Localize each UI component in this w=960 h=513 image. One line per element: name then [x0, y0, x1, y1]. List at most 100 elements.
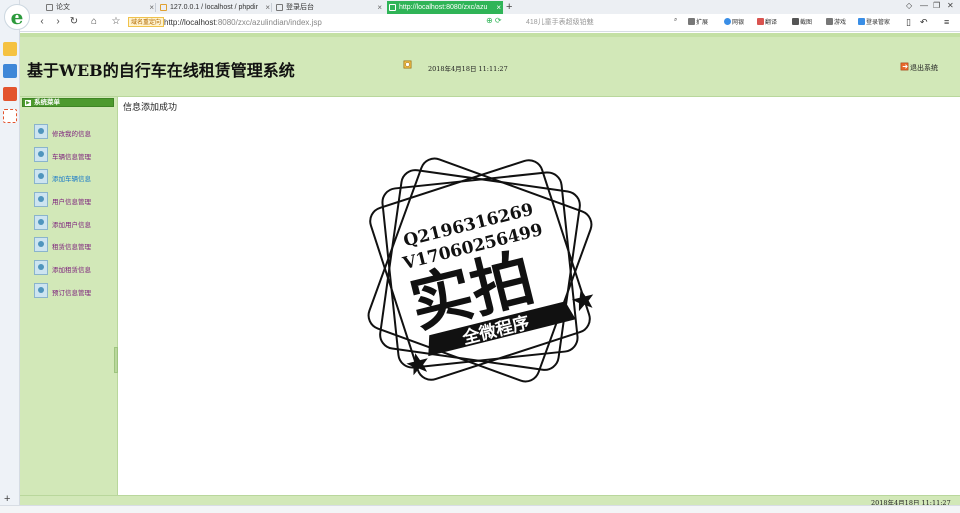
- document-icon: [389, 4, 396, 11]
- translate-icon: [757, 18, 764, 25]
- menu-item-label[interactable]: 预订信息管理: [52, 287, 91, 297]
- favorites-star-icon[interactable]: [3, 42, 17, 56]
- tab-separator: [271, 3, 272, 12]
- menu-item-label[interactable]: 添加租赁信息: [52, 264, 91, 274]
- security-check-icon[interactable]: ⊕ ⟳: [486, 16, 502, 25]
- search-icon[interactable]: ⌕: [674, 17, 677, 24]
- toolbar-screenshot[interactable]: 截图: [792, 17, 812, 26]
- sidebar-menu: ▶ 系统菜单 修改我的信息 车辆信息管理 添加车辆信息 用户信息管理 添加用户信…: [20, 97, 118, 495]
- user-icon: [34, 192, 48, 207]
- mail-icon[interactable]: [3, 109, 17, 123]
- shield-icon[interactable]: ◇: [906, 1, 912, 10]
- close-icon[interactable]: ×: [496, 1, 501, 14]
- clock-icon: [403, 60, 412, 69]
- browser-tab[interactable]: 127.0.0.1 / localhost / phpdir ×: [158, 1, 272, 14]
- phpmyadmin-icon: [160, 4, 167, 11]
- url-path: :8080/zxc/azulindian/index.jsp: [215, 18, 322, 27]
- toolbar-translate[interactable]: 翻译: [757, 17, 777, 26]
- user-icon: [34, 260, 48, 275]
- toolbar-extension[interactable]: 扩展: [688, 17, 708, 26]
- close-icon[interactable]: ×: [377, 1, 382, 14]
- tab-title: 论文: [56, 4, 70, 11]
- browser-tab[interactable]: 论文 ×: [44, 1, 156, 14]
- menu-item-label[interactable]: 添加用户信息: [52, 219, 91, 229]
- reload-icon[interactable]: ↻: [68, 16, 80, 28]
- toolbar-label: 游戏: [834, 20, 847, 26]
- menu-item-label[interactable]: 添加车辆信息: [52, 173, 91, 183]
- browser-tab-active[interactable]: http://localhost:8080/zxc/azu ×: [387, 1, 503, 14]
- extension-icon: [688, 18, 695, 25]
- forward-icon[interactable]: ›: [52, 16, 64, 28]
- toolbar-games[interactable]: 游戏: [826, 17, 846, 26]
- redirect-badge[interactable]: 域名重定向: [128, 17, 165, 27]
- header-top-strip: [20, 33, 960, 37]
- toolbar-label: 翻译: [765, 20, 778, 26]
- close-icon[interactable]: ×: [149, 1, 154, 14]
- menu-heading-label: 系统菜单: [34, 99, 60, 106]
- toolbar-label: 登录管家: [866, 20, 891, 26]
- login-manager-icon: [858, 18, 865, 25]
- browser-logo-icon[interactable]: e: [4, 4, 30, 30]
- user-icon: [34, 169, 48, 184]
- menu-heading[interactable]: ▶ 系统菜单: [22, 98, 114, 107]
- user-icon: [34, 124, 48, 139]
- minimize-icon[interactable]: —: [920, 1, 928, 10]
- address-bar-row: ‹ › ↻ ⌂ ☆ 域名重定向 http://localhost:8080/zx…: [20, 14, 960, 32]
- document-icon: [46, 4, 53, 11]
- system-title: 基于WEB的自行车在线租赁管理系统: [27, 61, 295, 80]
- user-icon: [34, 147, 48, 162]
- browser-tab[interactable]: 登录后台 ×: [274, 1, 384, 14]
- new-tab-button[interactable]: +: [506, 0, 512, 14]
- game-icon: [826, 18, 833, 25]
- home-icon[interactable]: ⌂: [88, 16, 100, 28]
- main-content: 信息添加成功 Q2196316269 V17060256499 实拍 全微程序: [119, 97, 960, 495]
- menu-item-label[interactable]: 车辆信息管理: [52, 151, 91, 161]
- reading-list-icon[interactable]: [3, 64, 17, 78]
- window-close-icon[interactable]: ✕: [947, 1, 954, 10]
- close-icon[interactable]: ×: [265, 1, 270, 14]
- url-input[interactable]: 域名重定向 http://localhost:8080/zxc/azulindi…: [128, 16, 520, 29]
- restore-icon[interactable]: ❐: [933, 1, 940, 10]
- menu-item-label[interactable]: 用户信息管理: [52, 196, 91, 206]
- bookmark-star-icon[interactable]: ☆: [110, 16, 122, 28]
- arrow-icon: ▶: [25, 100, 31, 106]
- bank-icon: [724, 18, 731, 25]
- menu-icon[interactable]: ≡: [944, 17, 949, 27]
- user-icon: [34, 237, 48, 252]
- success-message: 信息添加成功: [123, 102, 178, 112]
- scissors-icon: [792, 18, 799, 25]
- user-icon: [34, 215, 48, 230]
- tab-title: 127.0.0.1 / localhost / phpdir: [170, 4, 258, 11]
- sidebar-splitter[interactable]: [114, 347, 118, 373]
- watermark-stamp: Q2196316269 V17060256499 实拍 全微程序: [367, 157, 594, 383]
- weibo-icon[interactable]: [3, 87, 17, 101]
- page-footer: 2018年4月18日 11:11:27: [20, 495, 960, 507]
- menu-item-label[interactable]: 租赁信息管理: [52, 241, 91, 251]
- user-icon: [34, 283, 48, 298]
- logout-link[interactable]: 退出系统: [910, 63, 938, 73]
- url-host: http://localhost: [164, 18, 216, 27]
- undo-icon[interactable]: ↶: [920, 17, 928, 28]
- tab-title: 登录后台: [286, 4, 314, 11]
- search-input[interactable]: 418儿童手表超级铂魅: [526, 16, 686, 29]
- header-datetime: 2018年4月18日 11:11:27: [428, 65, 508, 73]
- menu-item-label[interactable]: 修改我的信息: [52, 128, 91, 138]
- url-text[interactable]: http://localhost:8080/zxc/azulindian/ind…: [164, 16, 322, 29]
- document-icon: [276, 4, 283, 11]
- logout-icon[interactable]: [900, 62, 909, 71]
- toolbar-label: 扩展: [696, 20, 709, 26]
- toolbar-bank[interactable]: 网银: [724, 17, 744, 26]
- browser-side-rail: [0, 0, 20, 513]
- back-icon[interactable]: ‹: [36, 16, 48, 28]
- browser-status-bar: [0, 505, 960, 513]
- tab-title: http://localhost:8080/zxc/azu: [399, 4, 488, 11]
- web-page: 基于WEB的自行车在线租赁管理系统 2018年4月18日 11:11:27 退出…: [20, 33, 960, 507]
- tab-separator: [155, 3, 156, 12]
- toolbar-login-manager[interactable]: 登录管家: [858, 17, 890, 26]
- browser-tab-bar: 论文 × 127.0.0.1 / localhost / phpdir × 登录…: [0, 0, 960, 14]
- tablet-icon[interactable]: ▯: [906, 17, 911, 28]
- toolbar-label: 网银: [732, 20, 745, 26]
- add-sidebar-item-icon[interactable]: +: [4, 493, 10, 505]
- page-header: 基于WEB的自行车在线租赁管理系统 2018年4月18日 11:11:27 退出…: [20, 33, 960, 97]
- toolbar-label: 截图: [800, 20, 813, 26]
